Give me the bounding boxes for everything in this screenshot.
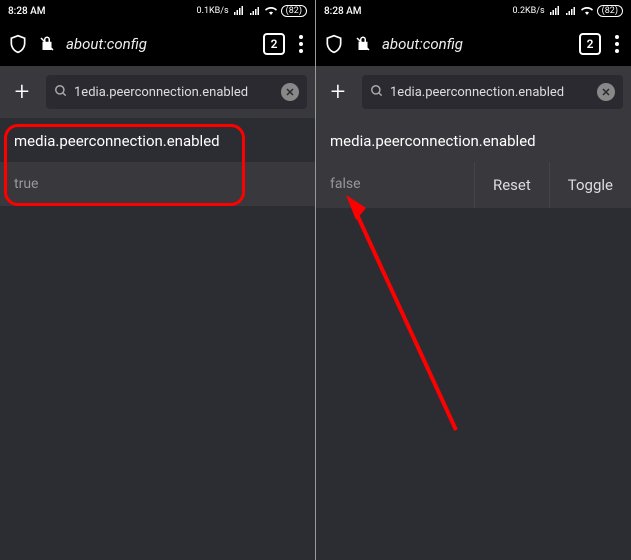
add-button[interactable]: +	[8, 77, 36, 107]
pref-value: true	[0, 162, 315, 206]
toggle-button[interactable]: Toggle	[549, 162, 631, 208]
tab-count[interactable]: 2	[579, 33, 601, 55]
status-bar: 8:28 AM 0.2KB/s (82)	[316, 0, 631, 22]
add-button[interactable]: +	[324, 77, 352, 107]
content-area: media.peerconnection.enabled true	[0, 118, 315, 560]
status-indicators: 0.1KB/s (82)	[197, 5, 307, 17]
pref-name: media.peerconnection.enabled	[0, 118, 315, 162]
battery-indicator: (82)	[597, 5, 623, 17]
url-text[interactable]: about:config	[382, 35, 569, 53]
signal-icon	[249, 5, 261, 17]
search-input[interactable]: 1edia.peerconnection.enabled	[390, 85, 591, 100]
menu-button[interactable]	[611, 35, 623, 53]
pref-item[interactable]: media.peerconnection.enabled false Reset…	[316, 118, 631, 208]
status-time: 8:28 AM	[324, 6, 362, 17]
lock-icon	[354, 35, 372, 53]
status-bar: 8:28 AM 0.1KB/s (82)	[0, 0, 315, 22]
reset-button[interactable]: Reset	[474, 162, 549, 208]
search-row: + 1edia.peerconnection.enabled ✕	[0, 66, 315, 118]
menu-button[interactable]	[295, 35, 307, 53]
search-row: + 1edia.peerconnection.enabled ✕	[316, 66, 631, 118]
pref-item[interactable]: media.peerconnection.enabled true	[0, 118, 315, 206]
status-speed: 0.2KB/s	[513, 6, 545, 16]
signal-icon	[565, 5, 577, 17]
status-indicators: 0.2KB/s (82)	[513, 5, 623, 17]
status-speed: 0.1KB/s	[197, 6, 229, 16]
wifi-icon	[581, 5, 593, 17]
pref-name: media.peerconnection.enabled	[316, 118, 631, 162]
nav-bar: about:config 2	[316, 22, 631, 66]
nav-bar: about:config 2	[0, 22, 315, 66]
status-time: 8:28 AM	[8, 6, 46, 17]
network-icon	[233, 5, 245, 17]
clear-icon[interactable]: ✕	[597, 83, 615, 101]
url-text[interactable]: about:config	[66, 35, 253, 53]
lock-icon	[38, 35, 56, 53]
pref-value: false	[316, 162, 474, 208]
battery-indicator: (82)	[281, 5, 307, 17]
clear-icon[interactable]: ✕	[281, 83, 299, 101]
search-box[interactable]: 1edia.peerconnection.enabled ✕	[46, 75, 307, 109]
tab-count[interactable]: 2	[263, 33, 285, 55]
content-area: media.peerconnection.enabled false Reset…	[316, 118, 631, 560]
search-box[interactable]: 1edia.peerconnection.enabled ✕	[362, 75, 623, 109]
shield-icon[interactable]	[8, 34, 28, 54]
search-icon	[370, 83, 384, 102]
search-input[interactable]: 1edia.peerconnection.enabled	[74, 85, 275, 100]
wifi-icon	[265, 5, 277, 17]
search-icon	[54, 83, 68, 102]
network-icon	[549, 5, 561, 17]
shield-icon[interactable]	[324, 34, 344, 54]
